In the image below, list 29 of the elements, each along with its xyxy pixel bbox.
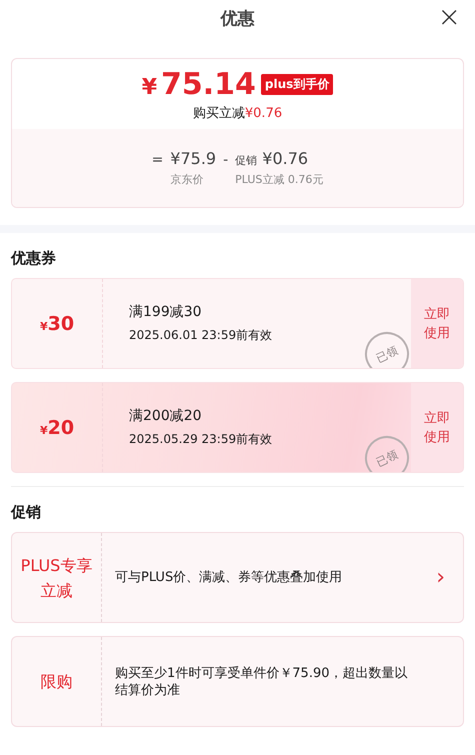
promotion-card[interactable]: PLUS专享立减 可与PLUS价、满减、券等优惠叠加使用 › [11, 532, 464, 623]
coupon-amount: ¥30 [40, 312, 74, 334]
section-title: 促销 [11, 503, 42, 522]
promo-label: 促销 [235, 154, 258, 167]
coupon-condition: 满199减30 [129, 303, 203, 321]
base-price-caption: 京东价 [170, 172, 204, 187]
coupon-condition: 满200减20 [129, 407, 203, 425]
promotion-text: 购买至少1件时可享受单件价￥75.90，超出数量以结算价为准 [115, 664, 408, 698]
promo-caption: PLUS立减 0.76元 [235, 172, 324, 187]
section-title: 优惠券 [11, 249, 57, 268]
panel-title: 优惠 [220, 8, 254, 30]
promotion-label: PLUS专享立减 [20, 554, 94, 602]
promo-value: ¥0.76 [262, 149, 308, 168]
base-price: ¥75.9 [170, 149, 216, 168]
saving-label: 购买立减 [192, 104, 245, 122]
plus-price-badge: plus到手价 [260, 74, 334, 94]
minus-sign: - [223, 152, 228, 168]
coupon-validity: 2025.06.01 23:59前有效 [129, 327, 274, 344]
final-price: 75.14 [161, 66, 256, 102]
equals-sign: = [152, 152, 164, 168]
promotion-text: 可与PLUS价、满减、券等优惠叠加使用 [115, 569, 342, 586]
coupon-validity: 2025.05.29 23:59前有效 [129, 431, 274, 448]
use-now-button[interactable]: 立即使用 [411, 279, 463, 368]
promotion-label: 限购 [40, 671, 74, 693]
currency-symbol: ¥ [142, 74, 157, 100]
saving-value: ¥0.76 [244, 106, 282, 120]
close-button[interactable]: × [438, 2, 461, 32]
chevron-icon: › [436, 565, 445, 590]
coupon-amount: ¥20 [40, 416, 74, 438]
